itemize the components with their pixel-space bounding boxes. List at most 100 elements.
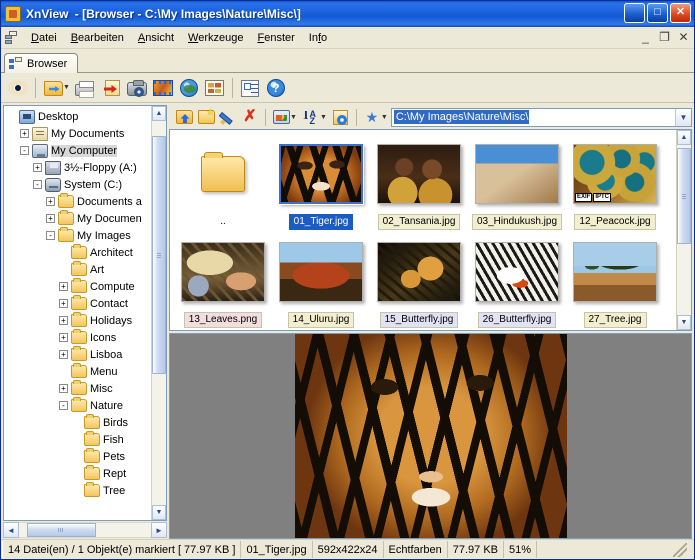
delete-button[interactable]: ✗ [239,107,261,128]
tree-node[interactable]: +Misc [7,380,151,397]
tree-expand-icon[interactable]: + [59,350,68,359]
tree-node[interactable]: Pets [7,448,151,465]
tree-collapse-icon[interactable]: - [20,146,29,155]
tree-expand-icon[interactable]: + [59,282,68,291]
tree-node[interactable]: Tree [7,482,151,499]
thumbnail-scroll-down-button[interactable]: ▼ [677,315,691,330]
tree-hscroll-track[interactable] [19,522,151,538]
tree-node[interactable]: +Icons [7,329,151,346]
thumbnail-vertical-scrollbar[interactable]: ▲ ▼ [676,130,691,330]
address-dropdown-button[interactable]: ▼ [675,109,691,126]
menu-item-bearbeiten[interactable]: Bearbeiten [64,29,131,47]
tree-node[interactable]: Architect [7,244,151,261]
thumbnail-item[interactable]: 03_Hindukush.jpg [468,134,566,232]
mdi-close-button[interactable]: ✕ [677,30,690,44]
tree-scroll-left-button[interactable]: ◄ [3,522,19,538]
tree-expand-icon[interactable]: + [46,214,55,223]
tree-expand-icon[interactable]: + [33,163,42,172]
address-input[interactable]: C:\My Images\Nature\Misc\ ▼ [391,108,692,127]
thumbnail-item[interactable]: 15_Butterfly.jpg [370,232,468,330]
resize-grip-icon[interactable] [673,543,687,557]
open-folder-button[interactable] [40,75,66,100]
menu-item-ansicht[interactable]: Ansicht [131,29,181,47]
thumbnail-scroll-track[interactable] [677,145,691,315]
thumbnail-item[interactable]: 27_Tree.jpg [566,232,664,330]
contact-sheet-button[interactable] [202,75,228,100]
tree-scroll-up-button[interactable]: ▲ [152,106,166,121]
tree-vertical-scrollbar[interactable]: ▲ ▼ [151,106,166,520]
parent-folder-icon[interactable] [201,156,245,192]
thumbnail-item[interactable]: 01_Tiger.jpg [272,134,370,232]
thumbnail-scroll-thumb[interactable] [677,148,691,243]
menu-item-info[interactable]: Info [302,29,334,47]
tree-node[interactable]: +3½-Floppy (A:) [7,159,151,176]
mdi-document-icon[interactable] [4,30,20,46]
view-mode-button[interactable] [270,107,292,128]
rename-button[interactable] [217,107,239,128]
thumbnail-item[interactable]: 02_Tansania.jpg [370,134,468,232]
tree-scroll-track[interactable] [152,121,166,505]
tree-hscroll-thumb[interactable] [27,523,96,537]
mdi-minimize-button[interactable]: _ [639,30,652,44]
thumbnail-grid[interactable]: ..01_Tiger.jpg02_Tansania.jpg03_Hindukus… [170,130,676,330]
tree-node[interactable]: +Lisboa [7,346,151,363]
capture-button[interactable] [124,75,150,100]
tree-scroll-down-button[interactable]: ▼ [152,505,166,520]
print-button[interactable] [72,75,98,100]
tree-expand-icon[interactable]: + [20,129,29,138]
tree-horizontal-scrollbar[interactable]: ◄ ► [3,522,167,538]
tree-node[interactable]: +Documents a [7,193,151,210]
thumbnail-item[interactable]: 13_Leaves.png [174,232,272,330]
tree-node[interactable]: Birds [7,414,151,431]
thumbnail-item[interactable]: EXIFIPTC12_Peacock.jpg [566,134,664,232]
thumbnail-scroll-up-button[interactable]: ▲ [677,130,691,145]
new-folder-button[interactable] [195,107,217,128]
tree-node[interactable]: Desktop [7,108,151,125]
tree-node[interactable]: Rept [7,465,151,482]
export-button[interactable] [98,75,124,100]
favorites-button[interactable]: ★ [361,107,383,128]
tree-node[interactable]: +Compute [7,278,151,295]
tree-node[interactable]: -My Computer [7,142,151,159]
tree-node[interactable]: +My Documents [7,125,151,142]
tree-node[interactable]: -System (C:) [7,176,151,193]
preview-panel[interactable] [169,333,692,539]
thumbnail-item[interactable]: .. [174,134,272,232]
tree-expand-icon[interactable]: + [59,299,68,308]
slideshow-button[interactable] [150,75,176,100]
tree-scroll-thumb[interactable] [152,136,166,374]
thumbnail-item[interactable]: 14_Uluru.jpg [272,232,370,330]
tree-node[interactable]: +My Documen [7,210,151,227]
tree-node[interactable]: Art [7,261,151,278]
tree-node[interactable]: Fish [7,431,151,448]
thumbnail-item[interactable]: 26_Butterfly.jpg [468,232,566,330]
view-eye-button[interactable] [5,75,31,100]
minimize-button[interactable]: _ [624,3,645,23]
maximize-button[interactable]: □ [647,3,668,23]
tree-expand-icon[interactable]: + [59,384,68,393]
tab-browser[interactable]: Browser [4,53,78,73]
tree-collapse-icon[interactable]: - [33,180,42,189]
menu-item-fenster[interactable]: Fenster [250,29,301,47]
tree-expand-icon[interactable]: + [59,333,68,342]
help-button[interactable]: ? [263,75,289,100]
mdi-restore-button[interactable]: ❐ [658,30,671,44]
tree-node[interactable]: -My Images [7,227,151,244]
menu-item-werkzeuge[interactable]: Werkzeuge [181,29,250,47]
sort-button[interactable] [300,107,322,128]
folder-tree[interactable]: Desktop+My Documents-My Computer+3½-Flop… [4,106,151,520]
tree-node[interactable]: -Nature [7,397,151,414]
tree-node[interactable]: +Holidays [7,312,151,329]
refresh-button[interactable] [330,107,352,128]
tree-collapse-icon[interactable]: - [59,401,68,410]
tree-expand-icon[interactable]: + [59,316,68,325]
tree-collapse-icon[interactable]: - [46,231,55,240]
parent-folder-button[interactable] [173,107,195,128]
settings-button[interactable] [237,75,263,100]
tree-expand-icon[interactable]: + [46,197,55,206]
tree-scroll-right-button[interactable]: ► [151,522,167,538]
tree-node[interactable]: +Contact [7,295,151,312]
web-page-button[interactable] [176,75,202,100]
menu-item-datei[interactable]: DDateiatei [24,29,64,47]
close-button[interactable]: ✕ [670,3,691,23]
